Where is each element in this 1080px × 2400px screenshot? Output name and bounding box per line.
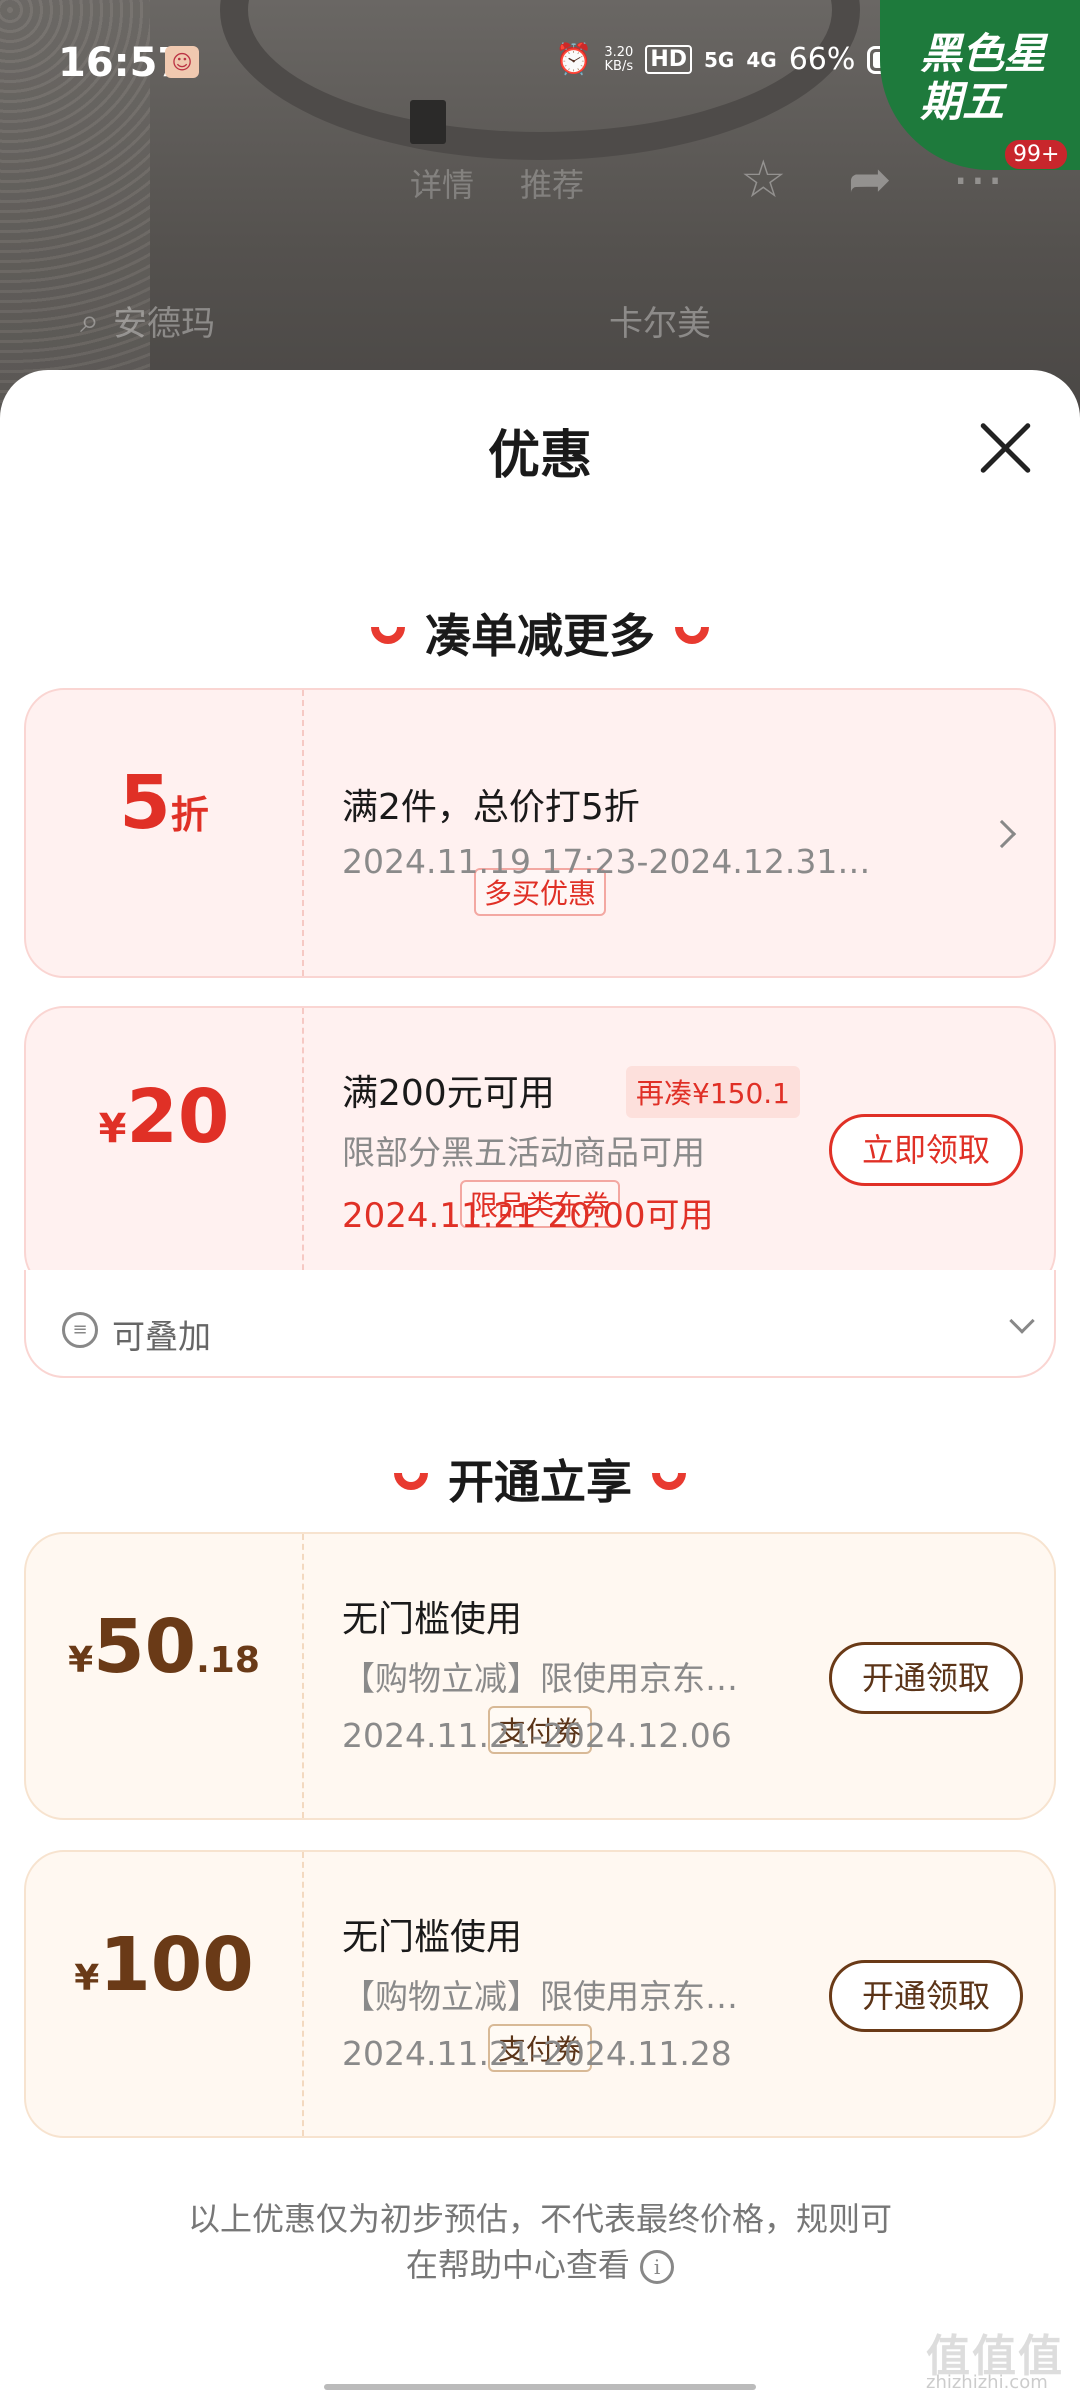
addon-amount-badge: 再凑¥150.1 (626, 1066, 800, 1118)
nav-tab-recommend: 推荐 (520, 166, 585, 204)
faded-search-bar: ⌕ 安德玛 卡尔美 (80, 296, 711, 345)
clipped-text: ... (50, 518, 81, 536)
stackable-label: 可叠加 (112, 1317, 211, 1356)
footnote-line-2: 在帮助中心查看 (405, 2246, 630, 2284)
favorite-icon: ☆ (740, 150, 787, 210)
footnote: 以上优惠仅为初步预估，不代表最终价格，规则可 在帮助中心查看 i (0, 2196, 1080, 2288)
coupon-card-pay-50: ¥50.18 支付券 无门槛使用 【购物立减】限使用京东… 2024.11.21… (24, 1532, 1056, 1820)
share-icon: ➦ (848, 150, 892, 210)
card-divider (302, 1852, 304, 2136)
card-divider (302, 690, 304, 976)
activate-claim-button[interactable]: 开通领取 (829, 1642, 1023, 1714)
discount-value: 5折 (26, 760, 302, 846)
coupon-title: 满200元可用 (342, 1073, 555, 1114)
coupon-desc: 限部分黑五活动商品可用 (342, 1133, 705, 1172)
coupon-card-multibuy[interactable]: 5折 多买优惠 满2件，总价打5折 2024.11.19 17:23-2024.… (24, 688, 1056, 978)
coupon-number: 20 (126, 1074, 230, 1160)
search-suggestion: 卡尔美 (609, 304, 712, 344)
coupon-number: 50 (93, 1604, 197, 1690)
coupon-card-pay-100: ¥100 支付券 无门槛使用 【购物立减】限使用京东… 2024.11.21-2… (24, 1850, 1056, 2138)
section-title: 凑单减更多 (425, 609, 655, 663)
coupon-amount: ¥100 (26, 1922, 302, 2008)
currency-symbol: ¥ (74, 1958, 100, 1999)
discount-number: 5 (119, 760, 171, 846)
decoration-icon (394, 1473, 428, 1490)
stack-icon: ≡ (62, 1312, 98, 1348)
message-count-badge: 99+ (1005, 140, 1068, 169)
search-suggestion: 安德玛 (113, 304, 216, 344)
card-divider (302, 1008, 304, 1290)
discount-unit: 折 (170, 793, 209, 837)
section-title: 开通立享 (448, 1455, 632, 1509)
status-icons: ⏰ 3.20 KB/s HD 5G 4G 66% (555, 42, 922, 77)
currency-symbol: ¥ (68, 1640, 94, 1681)
hd-icon: HD (645, 45, 692, 74)
net-speed-value: 3.20 (604, 44, 634, 60)
app-notification-icon: ☺ (165, 46, 199, 78)
coupon-period: 2024.11.19 17:23-2024.12.31… (342, 842, 871, 881)
coupon-start-time: 2024.11.21 20:00可用 (342, 1196, 714, 1236)
net-speed-unit: KB/s (604, 58, 634, 74)
coupon-number: 100 (99, 1922, 254, 2008)
coupon-title: 满2件，总价打5折 (342, 787, 640, 828)
coupon-period: 2024.11.21-2024.11.28 (342, 2034, 732, 2073)
search-icon: ⌕ (80, 300, 100, 341)
coupon-card-category: ¥20 限品类东券 满200元可用 再凑¥150.1 限部分黑五活动商品可用 2… (24, 1006, 1056, 1292)
claim-now-button[interactable]: 立即领取 (829, 1114, 1023, 1186)
close-button[interactable] (975, 418, 1035, 478)
chevron-down-icon[interactable] (1009, 1308, 1035, 1334)
coupon-decimal: .18 (196, 1640, 260, 1681)
decoration-icon (675, 627, 709, 644)
currency-symbol: ¥ (98, 1106, 127, 1152)
network-speed: 3.20 KB/s (604, 44, 634, 74)
info-icon[interactable]: i (640, 2250, 675, 2284)
signal-5g-icon: 5G (704, 47, 735, 72)
activate-claim-button[interactable]: 开通领取 (829, 1960, 1023, 2032)
coupon-title: 无门槛使用 (342, 1599, 523, 1640)
decoration-icon (371, 627, 405, 644)
section-header-bundle: 凑单减更多 (0, 600, 1080, 666)
coupon-amount: ¥20 (26, 1074, 302, 1160)
chevron-right-icon[interactable] (987, 819, 1017, 849)
signal-4g-icon: 4G (746, 47, 777, 72)
stackable-row[interactable]: ≡ 可叠加 (24, 1270, 1056, 1378)
watermark-url: zhizhizhi.com (926, 2372, 1048, 2393)
coupon-period: 2024.11.21-2024.12.06 (342, 1716, 732, 1755)
alarm-icon: ⏰ (555, 42, 593, 77)
footnote-line-1: 以上优惠仅为初步预估，不代表最终价格，规则可 (187, 2200, 892, 2238)
sheet-title: 优惠 (487, 426, 592, 486)
coupon-desc: 【购物立减】限使用京东… (342, 1659, 738, 1698)
section-header-membership: 开通立享 (0, 1446, 1080, 1512)
coupon-desc: 【购物立减】限使用京东… (342, 1977, 738, 2016)
nav-tab-detail: 详情 (410, 166, 475, 204)
battery-percent: 66% (788, 42, 856, 77)
discount-sheet: 优惠 ... 凑单减更多 5折 多买优惠 满2件，总价打5折 2024.11.1… (0, 370, 1080, 2400)
card-divider (302, 1534, 304, 1818)
coupon-title: 无门槛使用 (342, 1917, 523, 1958)
home-indicator[interactable] (324, 2384, 756, 2390)
coupon-amount: ¥50.18 (26, 1604, 302, 1690)
decoration-icon (652, 1473, 686, 1490)
